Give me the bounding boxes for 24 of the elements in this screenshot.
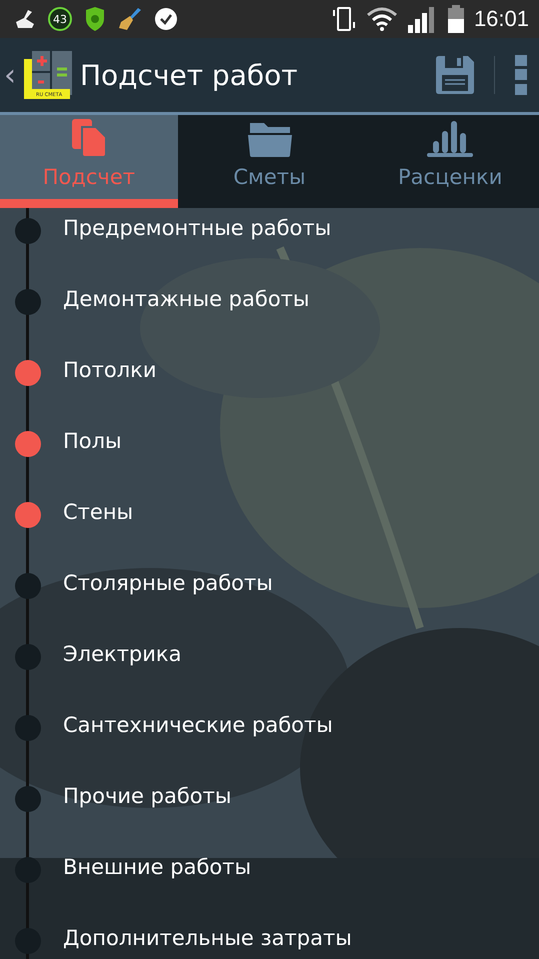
back-chevron[interactable]: ‹ (4, 58, 24, 92)
folder-icon (248, 121, 292, 157)
category-item[interactable]: Дополнительные затраты (0, 924, 539, 959)
category-item[interactable]: Внешние работы (0, 853, 539, 924)
category-item[interactable]: Сантехнические работы (0, 711, 539, 782)
bar-chart-icon (427, 121, 474, 157)
battery-icon (448, 5, 464, 33)
category-item[interactable]: Стены (0, 498, 539, 569)
category-item[interactable]: Предремонтные работы (0, 214, 539, 285)
category-item[interactable]: Потолки (0, 356, 539, 427)
save-icon[interactable] (436, 56, 474, 94)
clock-time: 16:01 (474, 6, 529, 32)
documents-icon (72, 119, 106, 157)
wifi-icon (366, 7, 398, 31)
screen-title: Подсчет работ (80, 58, 299, 92)
category-item[interactable]: Столярные работы (0, 569, 539, 640)
category-item[interactable]: Прочие работы (0, 782, 539, 853)
category-item[interactable]: Демонтажные работы (0, 285, 539, 356)
check-bubble-icon (154, 7, 178, 31)
category-item[interactable]: Электрика (0, 640, 539, 711)
overflow-menu-icon[interactable] (515, 55, 527, 95)
category-item[interactable]: Полы (0, 427, 539, 498)
vibrate-icon (332, 6, 356, 32)
counter-badge: 43 (48, 7, 72, 31)
